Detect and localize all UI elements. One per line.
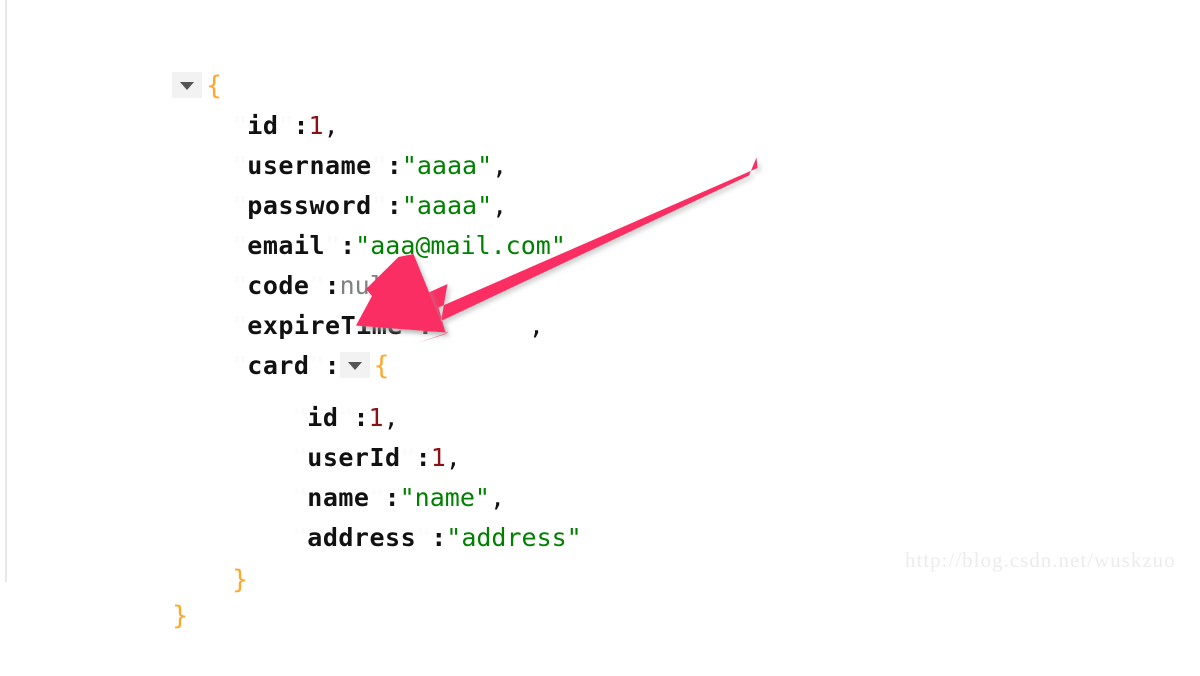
key-quote-open: "	[292, 523, 308, 552]
json-tree-viewer: { "id":1, "username":"aaaa", "password":…	[0, 0, 1200, 631]
card-close-brace: }	[232, 565, 248, 595]
key-quote-close: "	[416, 523, 432, 552]
json-value-card-address[interactable]: "address"	[446, 523, 581, 552]
json-row-card-name: "name":"name",	[232, 438, 505, 512]
json-row-card-userid: "userId":1,	[232, 398, 461, 472]
key-quote-close: "	[402, 311, 418, 340]
json-row-card-close: }	[172, 520, 248, 595]
json-row-card: "card":{	[172, 306, 389, 381]
json-colon: :	[417, 311, 433, 340]
json-row-id: "id":1,	[172, 66, 338, 140]
json-row-email: "email":"aaa@mail.com",	[172, 186, 581, 260]
json-row-password: "password":"aaaa",	[172, 146, 507, 220]
json-row-expiretime: "expireTime":,	[172, 266, 544, 340]
json-row-root-close: }	[112, 556, 188, 631]
json-row-root-open: {	[112, 26, 222, 101]
json-row-code: "code":null,	[172, 226, 415, 300]
json-key-card-address[interactable]: address	[307, 523, 416, 552]
json-row-card-address: "address":"address"	[232, 478, 582, 552]
json-comma: ,	[528, 311, 544, 340]
json-comma: ,	[565, 231, 581, 260]
json-row-card-id: "id":1,	[232, 358, 398, 432]
json-colon: :	[431, 523, 447, 552]
root-close-brace: }	[172, 601, 188, 631]
watermark-url: http://blog.csdn.net/wuskzuo	[905, 548, 1176, 572]
json-row-username: "username":"aaaa",	[172, 106, 507, 180]
